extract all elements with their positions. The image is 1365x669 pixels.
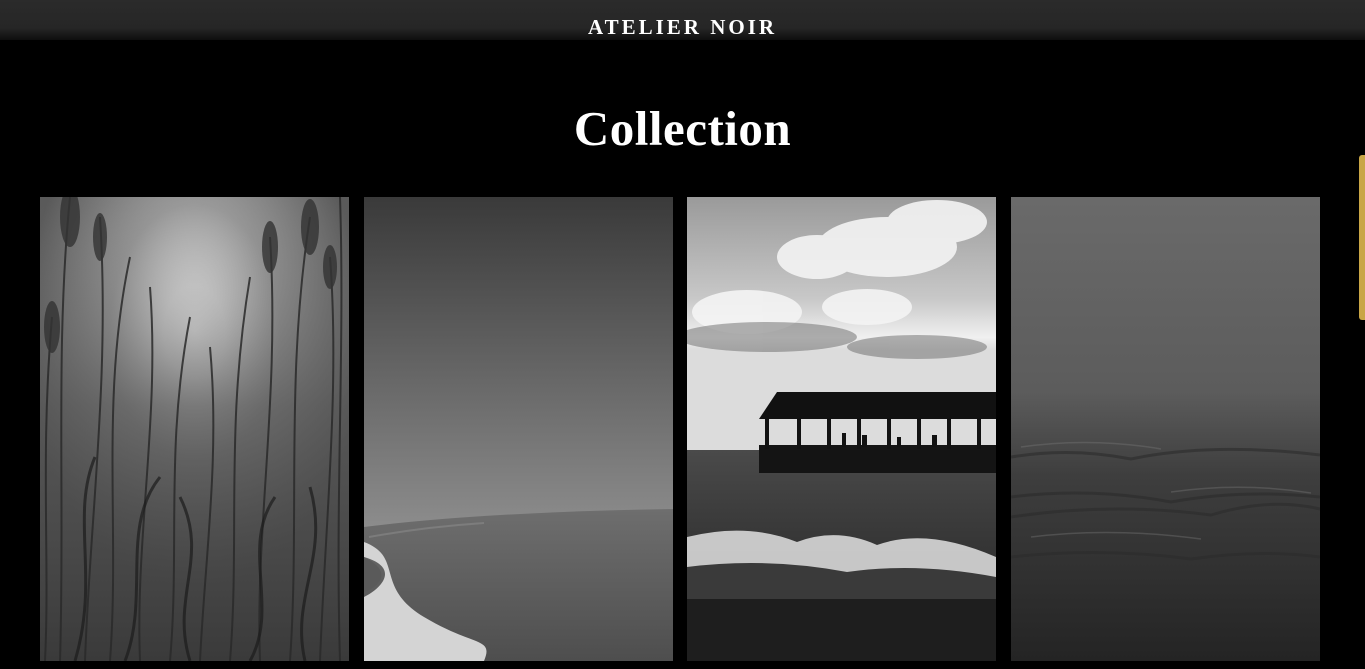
gallery-item-reeds[interactable] — [40, 197, 349, 661]
side-accent-tab[interactable] — [1359, 155, 1365, 320]
gallery-item-sea[interactable] — [1011, 197, 1320, 661]
reeds-photo — [40, 197, 349, 661]
brand-logo-text[interactable]: ATELIER NOIR — [0, 15, 1365, 40]
pier-photo — [687, 197, 996, 661]
gallery-item-path[interactable] — [364, 197, 673, 661]
gallery-item-pier[interactable] — [687, 197, 996, 661]
photo-gallery — [40, 197, 1320, 661]
top-header-bar: ATELIER NOIR — [0, 0, 1365, 40]
sea-photo — [1011, 197, 1320, 661]
page-title: Collection — [573, 101, 792, 156]
path-photo — [364, 197, 673, 661]
